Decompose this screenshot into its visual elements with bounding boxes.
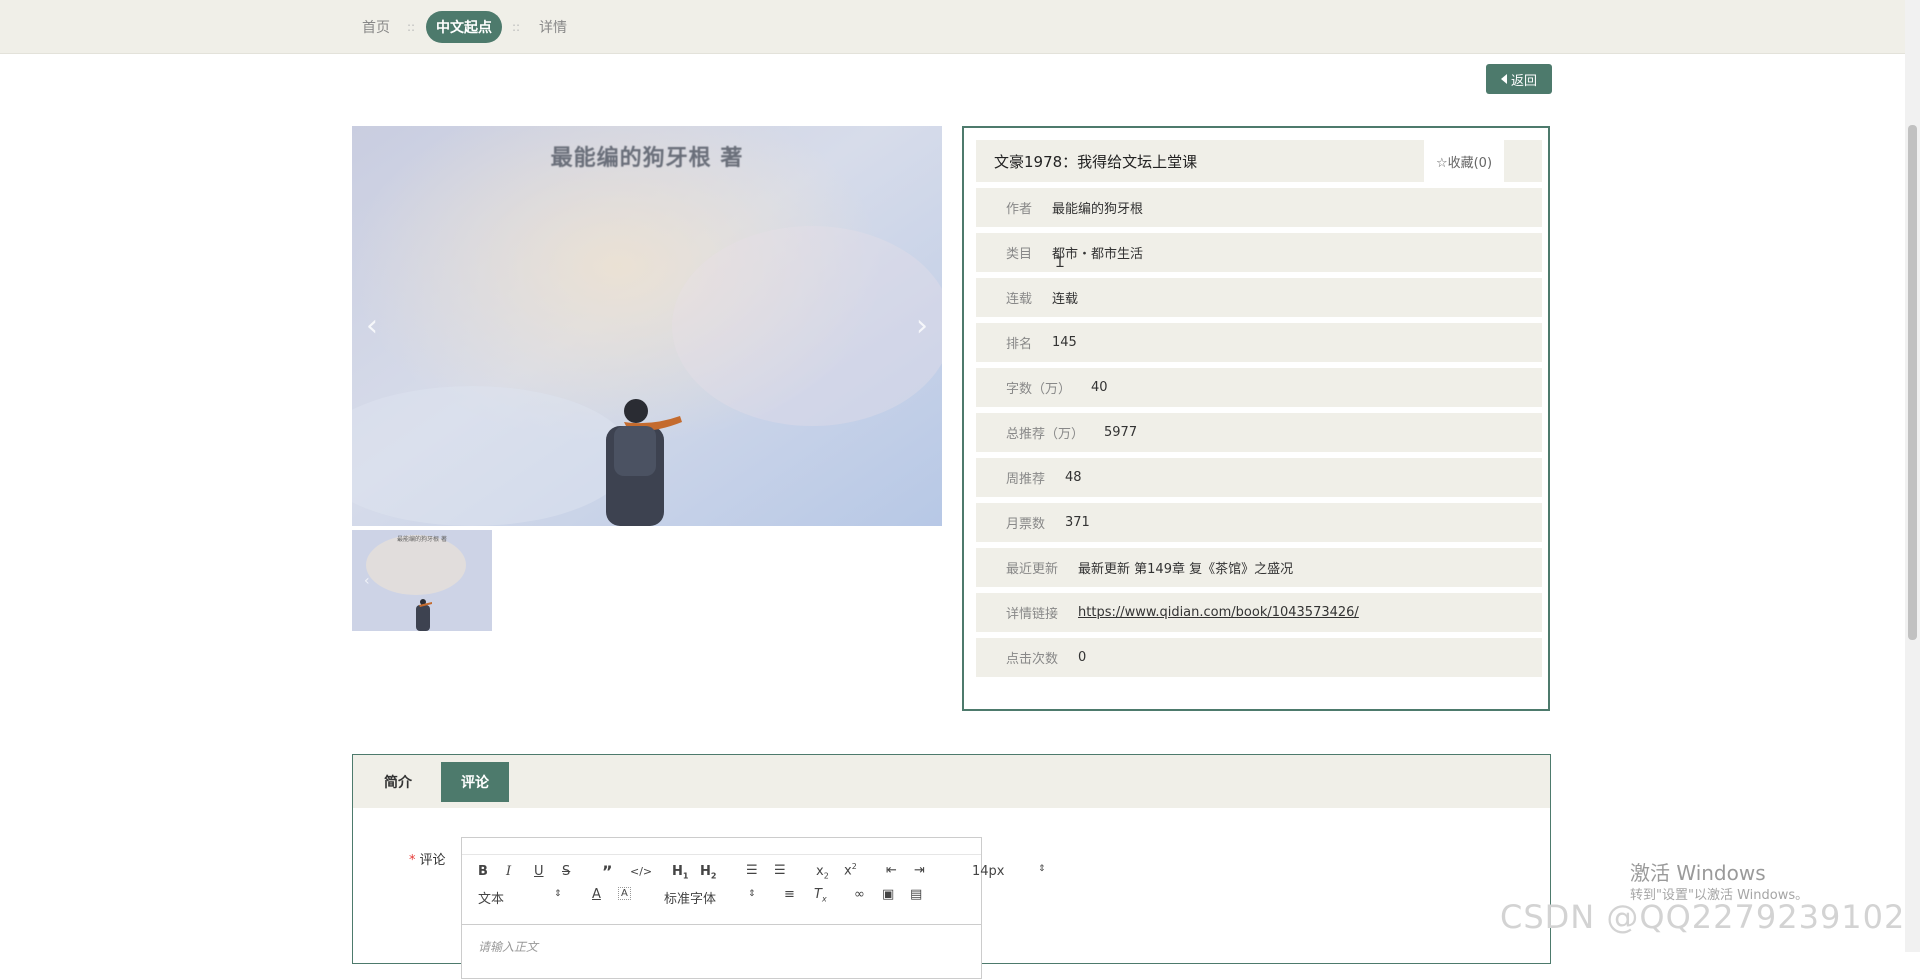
cover-image xyxy=(352,126,942,526)
font-family-select[interactable]: 标准字体 xyxy=(664,888,716,907)
book-info-panel: 文豪1978：我得给文坛上堂课 ☆收藏(0) 作者 最能编的狗牙根 类目 都市・都市生… xyxy=(962,126,1550,711)
back-button[interactable]: 返回 xyxy=(1486,64,1552,94)
info-value: 145 xyxy=(1052,335,1077,350)
thumbnail-image xyxy=(352,530,492,631)
info-row: 点击次数 0 xyxy=(976,638,1542,677)
editor-divider xyxy=(462,924,981,925)
info-label: 周推荐 xyxy=(1006,472,1046,487)
info-label: 总推荐（万） xyxy=(1006,427,1085,442)
cover-carousel[interactable]: 最能编的狗牙根 著 ‹ › xyxy=(352,126,942,526)
info-label: 详情链接 xyxy=(1006,607,1059,622)
font-family-dropdown-icon[interactable]: ⇕ xyxy=(748,889,756,899)
indent-icon[interactable]: ⇥ xyxy=(914,863,925,878)
code-icon[interactable]: </> xyxy=(630,865,652,878)
heading2-icon[interactable]: H2 xyxy=(700,864,716,881)
breadcrumb-separator: :: xyxy=(512,20,521,34)
info-label: 月票数 xyxy=(1006,517,1046,532)
scrollbar[interactable] xyxy=(1905,0,1920,952)
rich-text-editor[interactable]: B I U S ” </> H1 H2 ☰ ☰ x2 x2 ⇤ ⇥ 14px ⇕… xyxy=(461,837,1046,979)
editor-top-border xyxy=(462,838,981,855)
cover-thumbnail[interactable]: 最能编的狗牙根 著 ‹ xyxy=(352,530,492,631)
info-value: 5977 xyxy=(1104,425,1138,440)
scrollbar-thumb[interactable] xyxy=(1908,125,1917,640)
background-color-icon[interactable]: A xyxy=(618,887,631,900)
info-label: 点击次数 xyxy=(1006,652,1059,667)
detail-link[interactable]: https://www.qidian.com/book/1043573426/ xyxy=(1078,605,1359,620)
link-icon[interactable]: ∞ xyxy=(854,887,865,902)
info-row: 连载 连载 xyxy=(976,278,1542,317)
info-label: 最近更新 xyxy=(1006,562,1059,577)
back-button-label: 返回 xyxy=(1510,73,1537,89)
tab-comment[interactable]: 评论 xyxy=(441,762,509,802)
info-label: 排名 xyxy=(1006,337,1033,352)
info-row: 月票数 371 xyxy=(976,503,1542,542)
breadcrumb-home[interactable]: 首页 xyxy=(362,17,390,37)
subscript-icon[interactable]: x2 xyxy=(816,864,829,881)
superscript-icon[interactable]: x2 xyxy=(844,862,857,878)
video-icon[interactable]: ▤ xyxy=(910,887,922,902)
carousel-prev-icon[interactable]: ‹ xyxy=(366,309,378,344)
carousel-next-icon[interactable]: › xyxy=(916,309,928,344)
text-cursor-icon: Ｉ xyxy=(1053,255,1067,271)
info-label: 类目 xyxy=(1006,247,1033,262)
tabs-bar: 简介 评论 xyxy=(353,755,1550,808)
font-size-dropdown-icon[interactable]: ⇕ xyxy=(1038,864,1046,874)
info-row: 字数（万） 40 xyxy=(976,368,1542,407)
info-row: 详情链接 https://www.qidian.com/book/10435734… xyxy=(976,593,1542,632)
block-format-dropdown-icon[interactable]: ⇕ xyxy=(554,889,562,899)
info-label: 作者 xyxy=(1006,202,1033,217)
text-color-icon[interactable]: A xyxy=(592,887,601,902)
strikethrough-icon[interactable]: S xyxy=(562,864,570,879)
breadcrumb-separator: :: xyxy=(407,20,416,34)
comment-label-text: 评论 xyxy=(419,853,446,868)
font-size-select[interactable]: 14px xyxy=(972,864,1005,879)
info-value: 最新更新 第149章 复《茶馆》之盛况 xyxy=(1078,562,1294,577)
align-icon[interactable]: ≡ xyxy=(784,887,795,902)
info-value: 371 xyxy=(1065,515,1090,530)
thumbnail-cover-text: 最能编的狗牙根 著 xyxy=(397,536,447,543)
info-value: 48 xyxy=(1065,470,1082,485)
heading1-icon[interactable]: H1 xyxy=(672,864,688,881)
title-row-end xyxy=(1504,140,1542,182)
info-row: 作者 最能编的狗牙根 xyxy=(976,188,1542,227)
caret-left-icon xyxy=(1500,74,1507,84)
info-label: 字数（万） xyxy=(1006,382,1072,397)
cover-author-text: 最能编的狗牙根 著 xyxy=(550,146,744,171)
info-value: 0 xyxy=(1078,650,1087,665)
windows-activation-title: 激活 Windows xyxy=(1630,861,1766,885)
clear-format-icon[interactable]: Tx xyxy=(814,887,827,904)
info-value: 连载 xyxy=(1052,292,1079,307)
bullet-list-icon[interactable]: ☰ xyxy=(774,863,786,878)
info-row: 周推荐 48 xyxy=(976,458,1542,497)
blockquote-icon[interactable]: ” xyxy=(602,862,613,881)
info-row: 总推荐（万） 5977 xyxy=(976,413,1542,452)
info-value: 最能编的狗牙根 xyxy=(1052,202,1144,217)
breadcrumb-current[interactable]: 中文起点 xyxy=(426,11,502,43)
top-nav-bar: 首页 :: 中文起点 :: 详情 xyxy=(0,0,1905,54)
book-title: 文豪1978：我得给文坛上堂课 xyxy=(976,140,1424,182)
detail-tabs-panel: 简介 评论 * 评论 B I U S ” </> H1 H2 ☰ ☰ x2 x2 … xyxy=(352,754,1551,979)
ordered-list-icon[interactable]: ☰ xyxy=(746,863,758,878)
info-row: 最近更新 最新更新 第149章 复《茶馆》之盛况 xyxy=(976,548,1542,587)
image-icon[interactable]: ▣ xyxy=(882,887,894,902)
bold-icon[interactable]: B xyxy=(478,864,488,879)
info-value: 40 xyxy=(1091,380,1108,395)
breadcrumb-detail: 详情 xyxy=(539,20,567,36)
outdent-icon[interactable]: ⇤ xyxy=(886,863,897,878)
csdn-watermark: CSDN @QQ2279239102 xyxy=(1500,898,1906,936)
block-format-select[interactable]: 文本 xyxy=(478,888,504,907)
info-row: 排名 145 xyxy=(976,323,1542,362)
editor-placeholder[interactable]: 请输入正文 xyxy=(478,938,538,955)
underline-icon[interactable]: U xyxy=(534,864,544,879)
tab-intro[interactable]: 简介 xyxy=(361,762,435,802)
required-mark: * xyxy=(409,853,416,868)
favorite-button[interactable]: ☆收藏(0) xyxy=(1424,140,1504,182)
thumbnail-prev-icon: ‹ xyxy=(364,572,370,589)
comment-label: * 评论 xyxy=(409,849,446,868)
info-label: 连载 xyxy=(1006,292,1033,307)
italic-icon[interactable]: I xyxy=(506,864,511,879)
